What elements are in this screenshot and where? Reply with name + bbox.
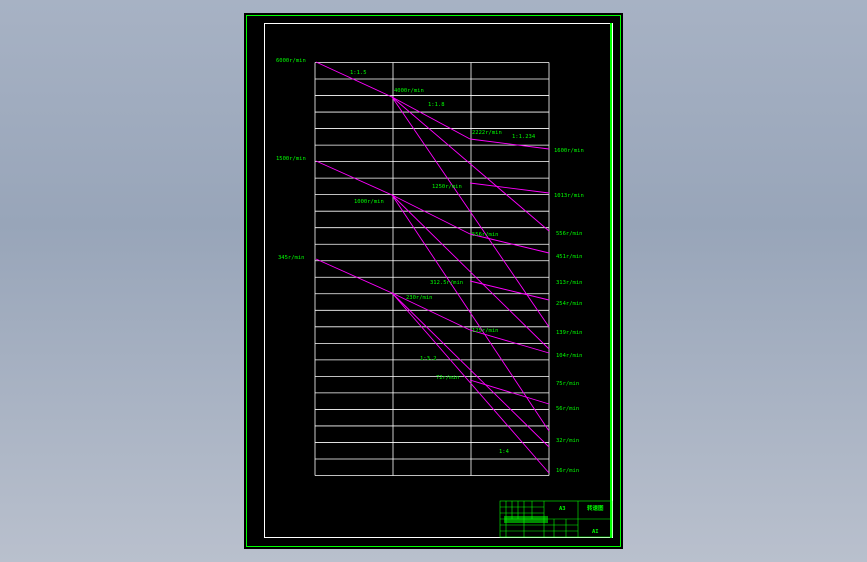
speed-line (469, 182, 550, 194)
speed-line (469, 138, 550, 150)
speed-label-inner: 125r/min (472, 328, 499, 334)
speed-label-inner: 4000r/min (394, 88, 424, 94)
speed-label-inner: 72r/min (436, 375, 459, 381)
speed-label-right: 75r/min (556, 381, 579, 387)
speed-line (315, 61, 393, 98)
drawing-sheet: 6000r/min 1500r/min 345r/min 4000r/min 2… (244, 13, 623, 549)
speed-label-inner: 2222r/min (472, 130, 502, 136)
speed-line (391, 194, 471, 235)
speed-label-right: 313r/min (556, 280, 583, 286)
speed-line (469, 280, 550, 301)
speed-label-inner: 312.5r/min (430, 280, 463, 286)
speed-grid (314, 62, 550, 476)
speed-label-right: 104r/min (556, 353, 583, 359)
speed-line (391, 194, 550, 350)
speed-line (391, 96, 550, 328)
ratio-label: 1:1.8 (428, 102, 445, 108)
ratio-label: 1:1.234 (512, 134, 536, 140)
speed-line (315, 258, 393, 294)
speed-label-inner: 230r/min (406, 295, 433, 301)
speed-line (391, 292, 550, 448)
speed-label-right: 254r/min (556, 301, 583, 307)
speed-label-right: 556r/min (556, 231, 583, 237)
title-block-name: 转速图 (587, 504, 604, 512)
speed-line (391, 292, 550, 474)
speed-line (391, 194, 550, 432)
speed-label-right: 1013r/min (554, 193, 584, 199)
speed-label-right: 16r/min (556, 468, 579, 474)
speed-label-left: 6000r/min (276, 58, 306, 64)
speed-label-right: 32r/min (556, 438, 579, 444)
speed-label-right: 1600r/min (554, 148, 584, 154)
speed-line (469, 379, 550, 405)
title-block-sheet: AI (592, 529, 599, 535)
cad-viewport[interactable]: 6000r/min 1500r/min 345r/min 4000r/min 2… (0, 0, 867, 562)
title-block-number: A3 (559, 506, 566, 512)
speed-label-inner: 556r/min (472, 232, 499, 238)
ratio-label: 1:4 (499, 449, 510, 455)
speed-diagram: 6000r/min 1500r/min 345r/min 4000r/min 2… (246, 15, 621, 547)
speed-label-left: 1500r/min (276, 156, 306, 162)
speed-label-inner: 1000r/min (354, 199, 384, 205)
transmission-lines (315, 61, 550, 474)
speed-label-right: 451r/min (556, 254, 583, 260)
ratio-label: 1:3.2 (420, 356, 437, 362)
ratio-label: 1:1.5 (350, 70, 367, 76)
speed-label-right: 56r/min (556, 406, 579, 412)
speed-label-left: 345r/min (278, 255, 305, 261)
frame-edge (610, 23, 612, 538)
speed-label-inner: 1250r/min (432, 184, 462, 190)
speed-label-right: 139r/min (556, 330, 583, 336)
